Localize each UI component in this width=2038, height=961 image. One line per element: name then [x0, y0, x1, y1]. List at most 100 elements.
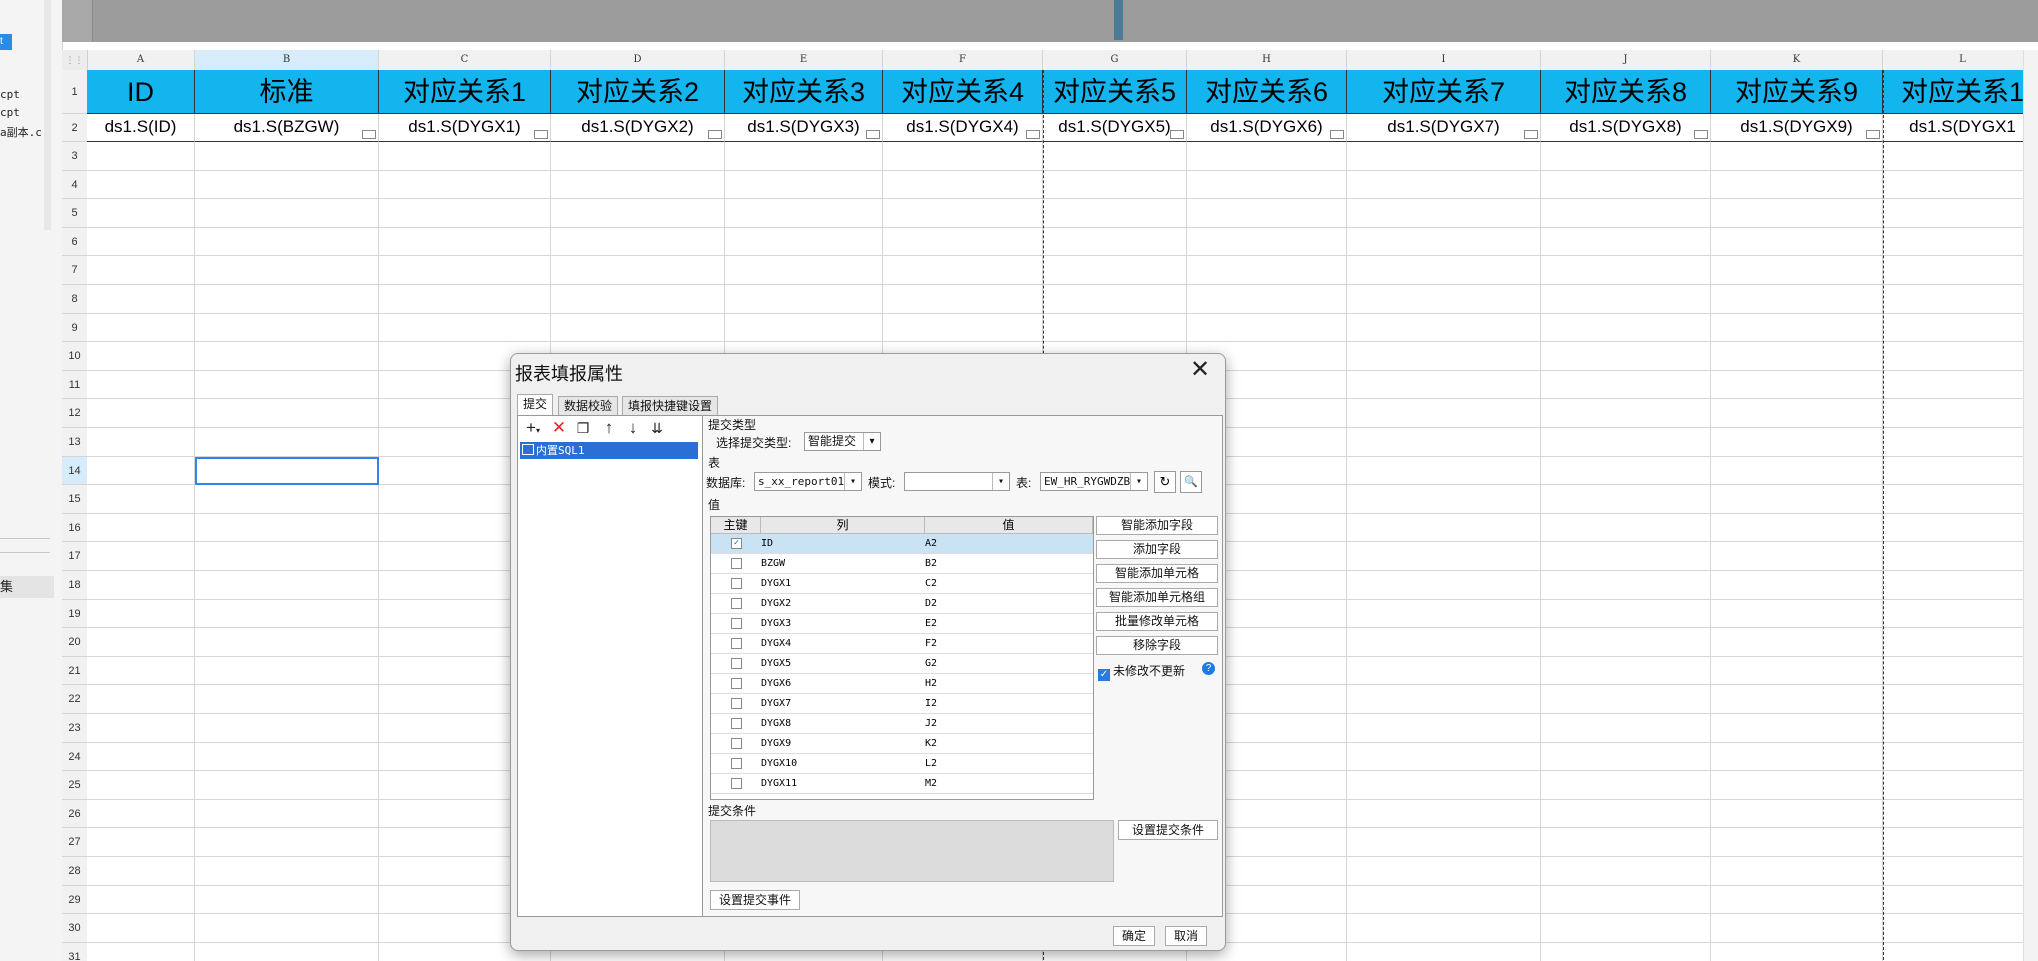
grid-cell[interactable]: [1347, 571, 1541, 600]
grid-cell[interactable]: [1347, 714, 1541, 743]
grid-cell[interactable]: [1347, 828, 1541, 857]
grid-cell[interactable]: [1711, 942, 1883, 961]
grid-cell[interactable]: [1711, 656, 1883, 686]
grid-cell[interactable]: [1541, 513, 1711, 543]
checkbox-icon[interactable]: [731, 758, 742, 769]
grid-cell[interactable]: [1043, 227, 1187, 257]
grid-cell[interactable]: [87, 771, 195, 800]
grid-cell[interactable]: [87, 428, 195, 457]
smart-add-cell-group-button[interactable]: 智能添加单元格组: [1096, 588, 1218, 607]
grid-cell[interactable]: [1043, 313, 1187, 343]
grid-cell[interactable]: [195, 771, 379, 800]
file-item[interactable]: cpt: [0, 88, 20, 101]
grid-cell[interactable]: [1711, 313, 1883, 343]
grid-cell[interactable]: [195, 485, 379, 514]
table-row[interactable]: DYGX9 K2: [711, 734, 1093, 754]
table-row[interactable]: DYGX4 F2: [711, 634, 1093, 654]
grid-cell[interactable]: [1187, 285, 1347, 314]
grid-cell[interactable]: [1043, 256, 1187, 285]
grid-cell[interactable]: [1711, 799, 1883, 829]
help-icon[interactable]: ?: [1202, 662, 1215, 675]
grid-cell[interactable]: [1541, 857, 1711, 886]
table-row[interactable]: DYGX5 G2: [711, 654, 1093, 674]
row-header[interactable]: 6: [62, 227, 87, 257]
grid-cell[interactable]: [1883, 628, 2038, 657]
grid-cell[interactable]: [1711, 227, 1883, 257]
grid-cell[interactable]: [725, 142, 883, 171]
table-row[interactable]: DYGX6 H2: [711, 674, 1093, 694]
grid-cell[interactable]: [1711, 857, 1883, 886]
add-field-button[interactable]: 添加字段: [1096, 540, 1218, 559]
table-row[interactable]: DYGX1 C2: [711, 574, 1093, 594]
row-header[interactable]: 15: [62, 485, 87, 514]
grid-cell[interactable]: [1043, 285, 1187, 314]
grid-cell[interactable]: [87, 942, 195, 961]
table-row[interactable]: DYGX8 J2: [711, 714, 1093, 734]
grid-cell[interactable]: [87, 456, 195, 486]
grid-cell[interactable]: [551, 199, 725, 228]
checkbox-icon[interactable]: [731, 558, 742, 569]
grid-cell[interactable]: [551, 285, 725, 314]
row-header[interactable]: 18: [62, 571, 87, 600]
grid-cell[interactable]: [87, 399, 195, 428]
grid-cell[interactable]: [87, 857, 195, 886]
grid-cell[interactable]: [883, 285, 1043, 314]
table-row[interactable]: DYGX11 M2: [711, 774, 1093, 794]
row-header[interactable]: 22: [62, 685, 87, 714]
grid-cell[interactable]: [1541, 370, 1711, 400]
grid-cell[interactable]: [883, 199, 1043, 228]
grid-cell[interactable]: [1711, 599, 1883, 629]
checkbox-icon[interactable]: [731, 638, 742, 649]
grid-cell[interactable]: [87, 342, 195, 371]
grid-cell[interactable]: [1711, 714, 1883, 743]
schema-select[interactable]: ▾: [904, 472, 1010, 491]
grid-cell[interactable]: [87, 571, 195, 600]
grid-cell[interactable]: [883, 227, 1043, 257]
grid-cell[interactable]: [379, 170, 551, 200]
checkbox-icon[interactable]: [731, 658, 742, 669]
grid-cell[interactable]: [1711, 456, 1883, 486]
grid-cell[interactable]: [1347, 599, 1541, 629]
row-header[interactable]: 30: [62, 914, 87, 943]
header-cell[interactable]: 标准: [195, 70, 379, 114]
grid-cell[interactable]: [1711, 485, 1883, 514]
row-header[interactable]: 20: [62, 628, 87, 657]
row-header[interactable]: 24: [62, 742, 87, 772]
file-item[interactable]: cpt: [0, 106, 20, 119]
checkbox-icon[interactable]: [731, 778, 742, 789]
grid-cell[interactable]: [1043, 142, 1187, 171]
row-header[interactable]: 28: [62, 857, 87, 886]
batch-modify-cells-button[interactable]: 批量修改单元格: [1096, 612, 1218, 631]
grid-cell[interactable]: [195, 399, 379, 428]
grid-cell[interactable]: [883, 142, 1043, 171]
grid-cell[interactable]: [87, 513, 195, 543]
grid-cell[interactable]: [379, 256, 551, 285]
grid-cell[interactable]: [1541, 342, 1711, 371]
grid-cell[interactable]: [1541, 942, 1711, 961]
row-header[interactable]: 3: [62, 142, 87, 171]
grid-cell[interactable]: [87, 227, 195, 257]
grid-cell[interactable]: [87, 485, 195, 514]
grid-cell[interactable]: [1883, 228, 2038, 257]
preview-table-icon[interactable]: 🔍: [1180, 471, 1202, 493]
grid-cell[interactable]: [1883, 399, 2038, 428]
header-cell[interactable]: 对应关系1: [379, 70, 551, 114]
grid-cell[interactable]: [195, 513, 379, 543]
grid-cell[interactable]: [195, 828, 379, 857]
table-row[interactable]: ✓ ID A2: [711, 534, 1093, 554]
header-cell[interactable]: 对应关系3: [725, 70, 883, 114]
checkbox-icon[interactable]: [731, 578, 742, 589]
grid-cell[interactable]: [1347, 799, 1541, 829]
row-header[interactable]: 1: [62, 70, 87, 114]
grid-cell[interactable]: [379, 285, 551, 314]
grid-cell[interactable]: [195, 799, 379, 829]
formula-cell[interactable]: ds1.S(DYGX8): [1541, 114, 1711, 142]
grid-cell[interactable]: [87, 370, 195, 400]
row-header[interactable]: 19: [62, 599, 87, 629]
grid-cell[interactable]: [195, 914, 379, 943]
grid-cell[interactable]: [1883, 542, 2038, 571]
grid-cell[interactable]: [1541, 428, 1711, 457]
grid-cell[interactable]: [1347, 914, 1541, 943]
grid-cell[interactable]: [1883, 685, 2038, 714]
grid-cell[interactable]: [1347, 628, 1541, 657]
